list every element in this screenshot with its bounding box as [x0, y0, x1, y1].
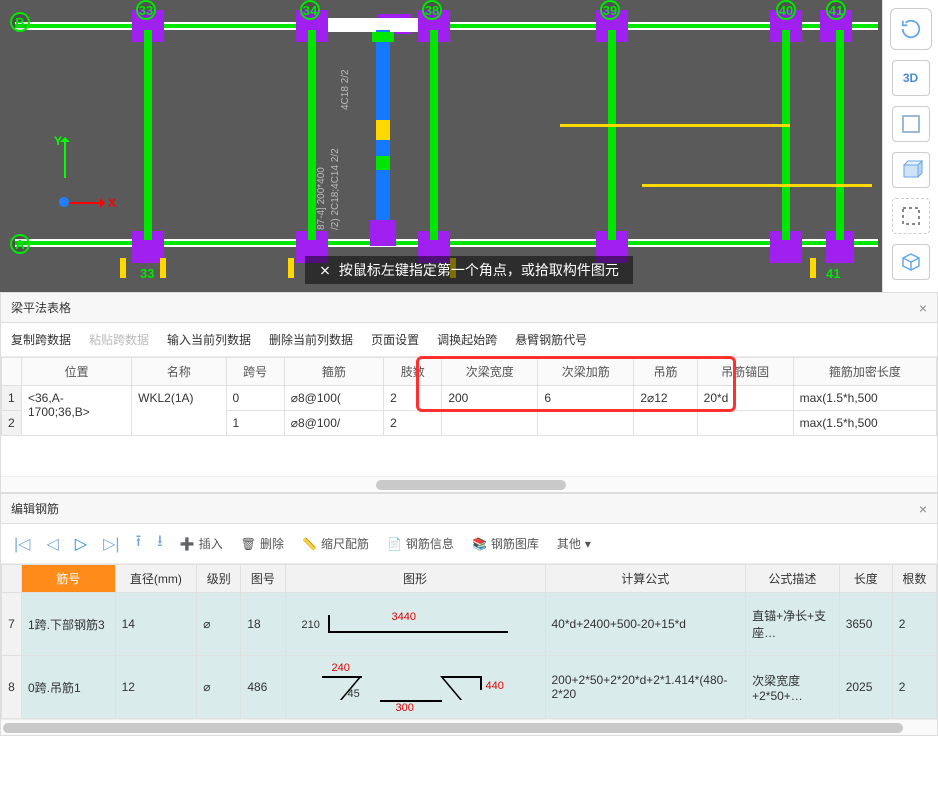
beam-panel-title: 梁平法表格	[11, 299, 71, 316]
col-subadd[interactable]: 次梁加筋	[538, 358, 634, 386]
axis-A: A	[10, 234, 30, 254]
col-dia[interactable]: 直径(mm)	[115, 565, 197, 593]
delete-column-button[interactable]: 删除当前列数据	[269, 331, 353, 348]
component-view-button[interactable]	[892, 244, 930, 280]
insert-button[interactable]: ➕ 插入	[176, 533, 227, 554]
hint-prev-icon[interactable]: ⨯	[319, 262, 331, 279]
annot-2c18: /2) 2C18;4C14 2/2	[330, 148, 341, 230]
copy-span-button[interactable]: 复制跨数据	[11, 331, 71, 348]
col-dense[interactable]: 箍筋加密长度	[793, 358, 936, 386]
col-shape[interactable]: 图形	[285, 565, 545, 593]
annot-4c18: 4C18 2/2	[340, 69, 351, 110]
axis-41: 41	[826, 0, 846, 20]
annot-size: 87-4] 200*400	[316, 167, 327, 230]
table-row[interactable]: 7 1跨.下部钢筋3 14 ⌀ 18 210 3440 40*d+2400+50…	[2, 593, 937, 656]
axis-34: 34	[300, 0, 320, 20]
col-legs[interactable]: 肢数	[384, 358, 442, 386]
col-anchor[interactable]: 吊筋锚固	[697, 358, 793, 386]
horizontal-scrollbar[interactable]	[1, 476, 937, 492]
col-stirrup[interactable]: 箍筋	[284, 358, 383, 386]
col-name[interactable]: 名称	[132, 358, 226, 386]
export-up-icon[interactable]: ⭱	[133, 530, 145, 557]
rebar-lib-button[interactable]: 📚 钢筋图库	[468, 533, 543, 554]
axis-B: B	[10, 12, 30, 32]
beam-table-panel: 梁平法表格 × 复制跨数据 粘贴跨数据 输入当前列数据 删除当前列数据 页面设置…	[0, 292, 938, 493]
paste-span-button: 粘贴跨数据	[89, 331, 149, 348]
col-grade[interactable]: 级别	[197, 565, 241, 593]
col-len[interactable]: 长度	[839, 565, 892, 593]
nav-prev-icon[interactable]: ◁	[43, 534, 61, 554]
3d-view-button[interactable]: 3D	[892, 60, 930, 96]
iso-view-button[interactable]	[892, 152, 930, 188]
axis-38: 38	[422, 0, 442, 20]
input-column-button[interactable]: 输入当前列数据	[167, 331, 251, 348]
nav-next-icon[interactable]: ▷	[72, 534, 90, 554]
scale-rebar-button[interactable]: 📏 缩尺配筋	[298, 533, 373, 554]
rebar-shape-486: 240 45 300 440	[292, 660, 539, 714]
col-desc[interactable]: 公式描述	[746, 565, 840, 593]
other-dropdown[interactable]: 其他 ▾	[553, 533, 595, 554]
rebar-info-button[interactable]: 📄 钢筋信息	[383, 533, 458, 554]
export-down-icon[interactable]: ⭳	[154, 530, 166, 557]
col-hang[interactable]: 吊筋	[634, 358, 697, 386]
col-pos[interactable]: 位置	[22, 358, 132, 386]
delete-button[interactable]: 🗑 删除	[237, 533, 288, 554]
axis-40: 40	[776, 0, 796, 20]
table-row[interactable]: 8 0跨.吊筋1 12 ⌀ 486 240 45 300	[2, 656, 937, 719]
hint-text: 按鼠标左键指定第一个角点，或拾取构件图元	[339, 260, 619, 280]
col-subw[interactable]: 次梁宽度	[442, 358, 538, 386]
col-span[interactable]: 跨号	[226, 358, 284, 386]
close-icon[interactable]: ×	[919, 300, 927, 316]
edit-toolbar: |◁ ◁ ▷ ▷| ⭱ ⭳ ➕ 插入 🗑 删除 📏 缩尺配筋 📄 钢筋信息 📚 …	[1, 524, 937, 564]
axis-33: 33	[136, 0, 156, 20]
edit-rebar-panel: 编辑钢筋 × |◁ ◁ ▷ ▷| ⭱ ⭳ ➕ 插入 🗑 删除 📏 缩尺配筋 📄 …	[0, 493, 938, 736]
beam-table[interactable]: 位置 名称 跨号 箍筋 肢数 次梁宽度 次梁加筋 吊筋 吊筋锚固 箍筋加密长度 …	[1, 357, 937, 436]
nav-last-icon[interactable]: ▷|	[100, 534, 122, 554]
switch-span-button[interactable]: 调换起始跨	[437, 331, 497, 348]
beam-toolbar: 复制跨数据 粘贴跨数据 输入当前列数据 删除当前列数据 页面设置 调换起始跨 悬…	[1, 323, 937, 357]
view-toolbar: 3D	[882, 0, 938, 292]
col-fig[interactable]: 图号	[241, 565, 285, 593]
axis-39: 39	[600, 0, 620, 20]
rebar-table[interactable]: 筋号 直径(mm) 级别 图号 图形 计算公式 公式描述 长度 根数 7 1跨.…	[1, 564, 937, 719]
col-qty[interactable]: 根数	[892, 565, 936, 593]
col-rebar-num[interactable]: 筋号	[22, 565, 116, 593]
col-formula[interactable]: 计算公式	[545, 565, 746, 593]
region-view-button[interactable]	[892, 198, 930, 234]
drawing-canvas[interactable]: 4C18 2/2 87-4] 200*400 /2) 2C18;4C14 2/2…	[0, 0, 938, 292]
close-icon[interactable]: ×	[919, 501, 927, 517]
table-row[interactable]: 1 <36,A-1700;36,B> WKL2(1A) 0 ⌀8@100( 2 …	[2, 386, 937, 411]
nav-first-icon[interactable]: |◁	[11, 534, 33, 554]
cantilever-button[interactable]: 悬臂钢筋代号	[515, 331, 587, 348]
page-setup-button[interactable]: 页面设置	[371, 331, 419, 348]
rebar-shape-18: 210 3440	[292, 597, 539, 651]
horizontal-scrollbar[interactable]	[1, 719, 937, 735]
edit-panel-title: 编辑钢筋	[11, 500, 59, 517]
rotate-view-button[interactable]	[890, 8, 932, 50]
top-view-button[interactable]	[892, 106, 930, 142]
